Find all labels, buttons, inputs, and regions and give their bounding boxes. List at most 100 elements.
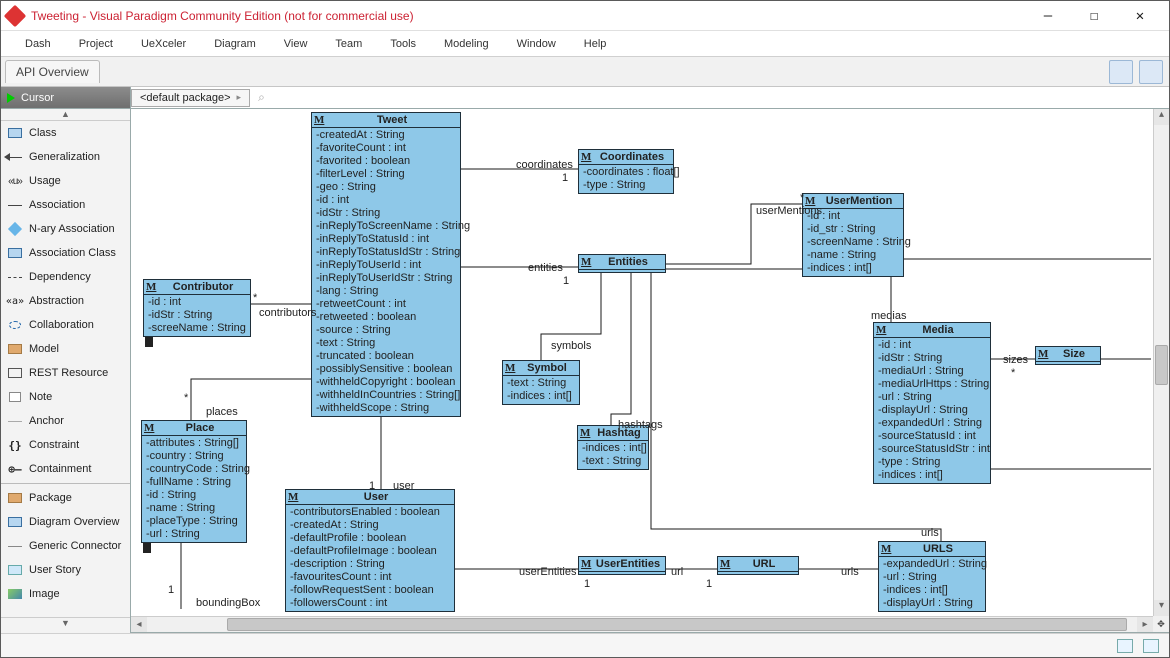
palette-abstraction[interactable]: «a»Abstraction (1, 289, 130, 313)
class-size[interactable]: MSize (1035, 346, 1101, 365)
vscroll-thumb[interactable] (1155, 345, 1168, 385)
palette-user-story[interactable]: User Story (1, 558, 130, 582)
note-icon (7, 390, 23, 404)
document-tabbar: API Overview (1, 57, 1169, 87)
menu-view[interactable]: View (270, 38, 322, 50)
palette-item-label: Usage (29, 175, 61, 187)
class-entities[interactable]: MEntities (578, 254, 666, 273)
diagram-canvas[interactable]: M Tweet -createdAt : String-favoriteCount … (131, 109, 1153, 616)
palette-note[interactable]: Note (1, 385, 130, 409)
model-marker-icon: M (1038, 348, 1048, 360)
palette-cursor[interactable]: Cursor (1, 87, 130, 109)
palette-class[interactable]: Class (1, 121, 130, 145)
model-marker-icon: M (581, 151, 591, 163)
palette-item-label: Collaboration (29, 319, 94, 331)
menu-help[interactable]: Help (570, 38, 621, 50)
relation-label: medias (871, 310, 906, 322)
tab-api-overview[interactable]: API Overview (5, 60, 100, 83)
class-tweet[interactable]: MTweet-createdAt : String-favoriteCount … (311, 112, 461, 417)
palette-anchor[interactable]: Anchor (1, 409, 130, 433)
palette-diagram-overview[interactable]: Diagram Overview (1, 510, 130, 534)
class-coordinates[interactable]: MCoordinates-coordinates : float[]-type … (578, 149, 674, 194)
pan-handle-icon[interactable]: ✥ (1153, 616, 1169, 632)
palette-item-label: REST Resource (29, 367, 108, 379)
breadcrumb-arrow-icon: ▸ (237, 92, 242, 103)
class-urls[interactable]: MURLS-expandedUrl : String-url : String-… (878, 541, 986, 612)
maximize-button[interactable]: ☐ (1071, 1, 1117, 31)
menu-uexceler[interactable]: UeXceler (127, 38, 200, 50)
image-icon (7, 587, 23, 601)
menu-diagram[interactable]: Diagram (200, 38, 270, 50)
status-mail-icon[interactable] (1117, 639, 1133, 653)
vertical-scrollbar[interactable]: ▴ ▾ (1153, 109, 1169, 616)
toolbar-icon-1[interactable] (1109, 60, 1133, 84)
menu-project[interactable]: Project (65, 38, 127, 50)
menu-dash[interactable]: Dash (11, 38, 65, 50)
horizontal-scrollbar[interactable]: ◂ ▸ (131, 616, 1153, 632)
multiplicity-label: 1 (562, 172, 568, 184)
class-hashtag[interactable]: MHashtag-indices : int[]-text : String (577, 425, 649, 470)
palette-scroll-down[interactable]: ▼ (1, 617, 130, 633)
palette-usage[interactable]: «u» Usage (1, 169, 130, 193)
multiplicity-label: * (184, 392, 188, 404)
scroll-down-icon[interactable]: ▾ (1154, 600, 1169, 616)
class-contributor[interactable]: MContributor-id : int-idStr : String-scr… (143, 279, 251, 337)
palette-generic-connector[interactable]: Generic Connector (1, 534, 130, 558)
palette-item-label: Model (29, 343, 59, 355)
class-user[interactable]: MUser-contributorsEnabled : boolean-crea… (285, 489, 455, 612)
menu-window[interactable]: Window (503, 38, 570, 50)
menu-team[interactable]: Team (321, 38, 376, 50)
scroll-right-icon[interactable]: ▸ (1137, 617, 1153, 633)
palette-item-label: Note (29, 391, 52, 403)
palette-collaboration[interactable]: Collaboration (1, 313, 130, 337)
relation-label: userMentions (756, 205, 822, 217)
toolbar-icon-2[interactable] (1139, 60, 1163, 84)
class-attributes: -id : int-id_str : String-screenName : S… (803, 209, 903, 276)
multiplicity-label: * (253, 292, 257, 304)
close-button[interactable]: ✕ (1117, 1, 1163, 31)
palette-image[interactable]: Image (1, 582, 130, 606)
model-marker-icon: M (288, 491, 298, 503)
status-note-icon[interactable] (1143, 639, 1159, 653)
canvas-outer: M Tweet -createdAt : String-favoriteCount … (131, 109, 1169, 633)
relation-label: sizes (1003, 354, 1028, 366)
usage-icon: «u» (7, 174, 23, 188)
palette-item-label: Diagram Overview (29, 516, 119, 528)
palette-scroll-up[interactable]: ▲ (1, 109, 130, 121)
relation-label: hashtags (618, 419, 663, 431)
relation-label: symbols (551, 340, 591, 352)
collab-icon (7, 318, 23, 332)
multiplicity-label: 1 (584, 578, 590, 590)
class-userentities[interactable]: MUserEntities (578, 556, 666, 575)
palette-generalization[interactable]: Generalization (1, 145, 130, 169)
scroll-up-icon[interactable]: ▴ (1154, 109, 1169, 125)
palette-containment[interactable]: ⊕—Containment (1, 457, 130, 481)
class-place[interactable]: MPlace-attributes : String[]-country : S… (141, 420, 247, 543)
minimize-button[interactable]: — (1025, 1, 1071, 31)
palette-package[interactable]: Package (1, 486, 130, 510)
statusbar (1, 633, 1169, 657)
palette-n-ary-association[interactable]: N-ary Association (1, 217, 130, 241)
scroll-left-icon[interactable]: ◂ (131, 617, 147, 633)
breadcrumb-search-icon[interactable]: ⌕ (258, 90, 265, 105)
class-media[interactable]: MMedia-id : int-idStr : String-mediaUrl … (873, 322, 991, 484)
class-attributes (1036, 362, 1100, 364)
palette-model[interactable]: Model (1, 337, 130, 361)
palette-association[interactable]: Association (1, 193, 130, 217)
class-title: Tweet (377, 114, 407, 126)
class-symbol[interactable]: MSymbol-text : String-indices : int[] (502, 360, 580, 405)
class-title: URLS (923, 543, 953, 555)
breadcrumb-item[interactable]: <default package> ▸ (131, 89, 250, 107)
menu-tools[interactable]: Tools (376, 38, 430, 50)
class-title: User (364, 491, 388, 503)
palette-dependency[interactable]: Dependency (1, 265, 130, 289)
palette-rest-resource[interactable]: REST Resource (1, 361, 130, 385)
class-attributes: -createdAt : String-favoriteCount : int-… (312, 128, 460, 416)
hscroll-thumb[interactable] (227, 618, 1127, 631)
class-attributes (579, 270, 665, 272)
palette-constraint[interactable]: {}Constraint (1, 433, 130, 457)
class-attributes: -attributes : String[]-country : String-… (142, 436, 246, 542)
class-url[interactable]: MURL (717, 556, 799, 575)
palette-association-class[interactable]: Association Class (1, 241, 130, 265)
menu-modeling[interactable]: Modeling (430, 38, 503, 50)
